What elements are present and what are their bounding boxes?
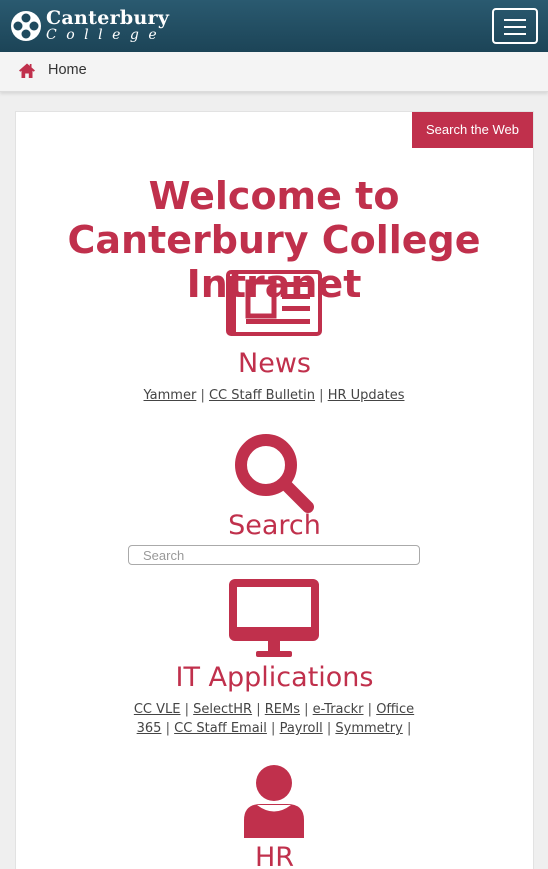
- magnifier-icon[interactable]: [234, 433, 314, 513]
- cc-staff-bulletin-link[interactable]: CC Staff Bulletin: [209, 388, 315, 403]
- college-crest-icon: [11, 11, 41, 41]
- breadcrumb-home-link[interactable]: Home: [48, 62, 87, 78]
- home-icon[interactable]: [18, 62, 36, 80]
- symmetry-link[interactable]: Symmetry: [335, 721, 402, 736]
- top-navbar: Canterbury College: [0, 0, 548, 52]
- payroll-link[interactable]: Payroll: [280, 721, 323, 736]
- cc-staff-email-link[interactable]: CC Staff Email: [174, 721, 267, 736]
- breadcrumb: Home: [0, 52, 548, 92]
- person-icon[interactable]: [243, 764, 305, 838]
- search-the-web-button[interactable]: Search the Web: [412, 112, 533, 148]
- newspaper-icon[interactable]: [226, 270, 322, 336]
- hr-updates-link[interactable]: HR Updates: [328, 388, 405, 403]
- it-application-links: CC VLE | SelectHR | REMs | e-Trackr | Of…: [133, 702, 415, 736]
- hamburger-icon: [504, 19, 526, 21]
- selecthr-link[interactable]: SelectHR: [193, 702, 252, 717]
- search-input[interactable]: [128, 545, 420, 565]
- yammer-link[interactable]: Yammer: [144, 388, 197, 403]
- it-applications-section-title: IT Applications: [175, 662, 374, 693]
- news-section-title: News: [238, 348, 311, 379]
- logo-text-college: College: [46, 27, 167, 43]
- e-trackr-link[interactable]: e-Trackr: [313, 702, 364, 717]
- hamburger-menu-button[interactable]: [492, 8, 538, 44]
- cc-vle-link[interactable]: CC VLE: [134, 702, 181, 717]
- rems-link[interactable]: REMs: [265, 702, 300, 717]
- logo-text-canterbury: Canterbury: [46, 7, 170, 29]
- monitor-icon[interactable]: [228, 578, 320, 658]
- hr-section-title: HR: [254, 842, 295, 869]
- search-section-title: Search: [228, 510, 321, 541]
- news-links: Yammer | CC Staff Bulletin | HR Updates: [143, 388, 405, 403]
